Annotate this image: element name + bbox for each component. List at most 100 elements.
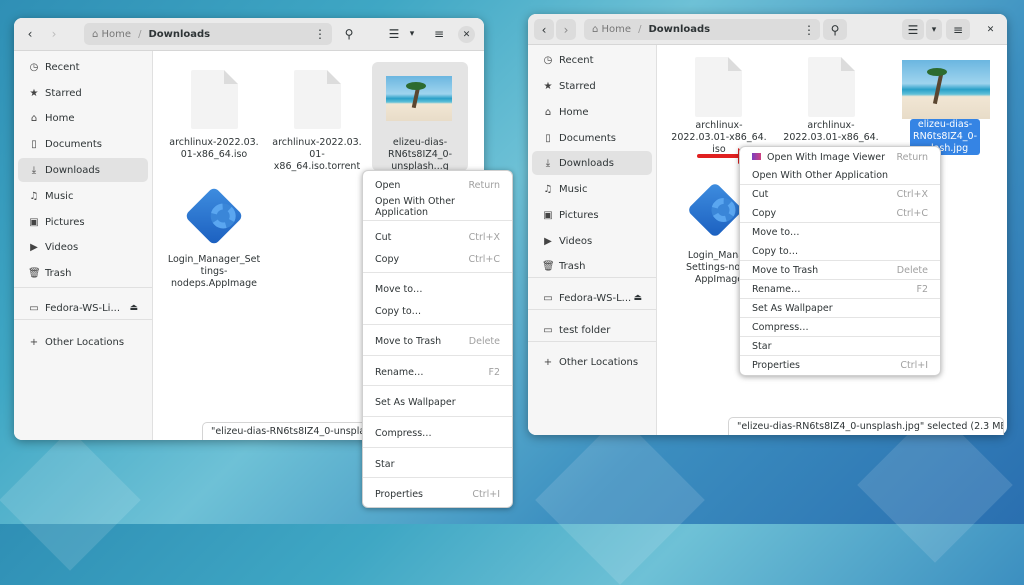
sidebar-item-fedora-ws-l[interactable]: ▭ Fedora-WS-L... ⏏ — [532, 286, 652, 310]
menu-item-label-wrap: Star — [375, 459, 394, 470]
menu-separator — [740, 355, 940, 356]
sidebar-item-label: Videos — [559, 235, 593, 247]
view-list-button[interactable]: ☰ — [384, 24, 404, 44]
search-button[interactable]: ⚲ — [823, 19, 847, 40]
sidebar-separator — [14, 287, 152, 288]
menu-separator — [740, 260, 940, 261]
sidebar-item-starred[interactable]: ★ Starred — [532, 74, 652, 98]
menu-item-label: Star — [752, 340, 772, 352]
forward-button[interactable]: › — [44, 24, 64, 44]
breadcrumb-home[interactable]: Home — [602, 24, 632, 35]
menu-separator — [363, 355, 512, 356]
sidebar-item-videos[interactable]: ▶ Videos — [18, 235, 148, 259]
path-menu-button[interactable]: ⋮ — [798, 19, 820, 40]
back-button[interactable]: ‹ — [534, 19, 554, 40]
menu-item-copy-to[interactable]: Copy to… — [740, 242, 940, 260]
menu-item-properties[interactable]: Properties Ctrl+I — [740, 356, 940, 374]
breadcrumb-current[interactable]: Downloads — [648, 24, 710, 35]
close-icon: ✕ — [462, 29, 471, 40]
search-button[interactable]: ⚲ — [338, 24, 360, 44]
menu-item-set-as-wallpaper[interactable]: Set As Wallpaper — [363, 392, 512, 412]
view-options-button[interactable]: ▾ — [926, 19, 942, 40]
menu-item-rename[interactable]: Rename… F2 — [363, 362, 512, 382]
sidebar-item-documents[interactable]: ▯ Documents — [532, 126, 652, 150]
menu-item-label: Open With Other Application — [752, 169, 889, 181]
menu-item-copy[interactable]: Copy Ctrl+C — [740, 204, 940, 222]
folder-icon: ▭ — [543, 324, 553, 336]
view-options-button[interactable]: ▾ — [404, 24, 420, 44]
sidebar-item-pictures[interactable]: ▣ Pictures — [532, 203, 652, 227]
forward-button[interactable]: › — [556, 19, 576, 40]
breadcrumb-home[interactable]: Home — [102, 29, 132, 40]
file-name-label: archlinux- 2022.03.01-x86_64. — [775, 120, 887, 144]
annotation-arrow — [697, 148, 750, 164]
file-name-line: 2022.03.01-x86_64. — [783, 132, 879, 143]
image-viewer-icon — [752, 152, 761, 160]
menu-item-open-with-image-viewer[interactable]: Open With Image Viewer Return — [740, 148, 940, 166]
sidebar-item-home[interactable]: ⌂ Home — [18, 106, 148, 130]
sidebar-item-trash[interactable]: 🗑 Trash — [532, 254, 652, 278]
sidebar-item-label: Videos — [45, 241, 79, 253]
sidebar-item-pictures[interactable]: ▣ Pictures — [18, 210, 148, 234]
sidebar-item-label: Downloads — [45, 164, 100, 176]
sidebar-item-other-locations[interactable]: + Other Locations — [18, 330, 148, 354]
breadcrumb[interactable]: ⌂ Home / Downloads — [584, 19, 820, 40]
close-button[interactable]: ✕ — [982, 21, 999, 38]
menu-item-cut[interactable]: Cut Ctrl+X — [363, 227, 512, 247]
file-name-line: archlinux-2022.03. — [272, 137, 362, 148]
menu-separator — [740, 336, 940, 337]
menu-item-accelerator: Ctrl+I — [472, 488, 500, 500]
menu-item-star[interactable]: Star — [363, 454, 512, 474]
menu-item-copy-to[interactable]: Copy to… — [363, 301, 512, 321]
back-button[interactable]: ‹ — [20, 24, 40, 44]
menu-item-properties[interactable]: Properties Ctrl+I — [363, 484, 512, 504]
appimage-icon — [686, 181, 744, 239]
menu-item-compress[interactable]: Compress… — [363, 423, 512, 443]
sidebar-item-label: Recent — [45, 61, 80, 73]
file-name-line: nodeps.AppImage — [170, 278, 258, 289]
menu-item-star[interactable]: Star — [740, 337, 940, 355]
main-menu-button[interactable]: ≡ — [428, 24, 450, 44]
sidebar-item-label: Home — [559, 106, 589, 118]
menu-item-move-to-trash[interactable]: Move to Trash Delete — [740, 261, 940, 279]
sidebar-item-videos[interactable]: ▶ Videos — [532, 229, 652, 253]
menu-item-rename[interactable]: Rename… F2 — [740, 280, 940, 298]
sidebar-item-starred[interactable]: ★ Starred — [18, 81, 148, 105]
main-menu-button[interactable]: ≡ — [946, 19, 970, 40]
path-menu-button[interactable]: ⋮ — [310, 24, 330, 44]
sidebar-item-label: Starred — [559, 80, 596, 92]
sidebar-item-documents[interactable]: ▯ Documents — [18, 132, 148, 156]
menu-item-label-wrap: Cut — [375, 232, 391, 243]
sidebar-item-music[interactable]: ♫ Music — [18, 184, 148, 208]
sidebar-item-home[interactable]: ⌂ Home — [532, 100, 652, 124]
close-button[interactable]: ✕ — [458, 26, 475, 43]
menu-item-open[interactable]: Open Return — [363, 175, 512, 195]
file-name-line: RN6ts8IZ4_0- — [387, 149, 453, 160]
menu-item-open-with-other-application[interactable]: Open With Other Application — [363, 196, 512, 218]
menu-item-move-to[interactable]: Move to… — [740, 223, 940, 241]
breadcrumb-current[interactable]: Downloads — [148, 29, 210, 40]
menu-item-move-to[interactable]: Move to… — [363, 279, 512, 299]
menu-item-cut[interactable]: Cut Ctrl+X — [740, 185, 940, 203]
sidebar-item-recent[interactable]: ◷ Recent — [532, 48, 652, 72]
sidebar-item-downloads[interactable]: ⤓ Downloads — [18, 158, 148, 182]
menu-item-compress[interactable]: Compress… — [740, 318, 940, 336]
menu-item-move-to-trash[interactable]: Move to Trash Delete — [363, 331, 512, 351]
sidebar-item-test-folder[interactable]: ▭ test folder — [532, 318, 652, 342]
sidebar-item-downloads[interactable]: ⤓ Downloads — [532, 151, 652, 175]
sidebar-item-trash[interactable]: 🗑 Trash — [18, 261, 148, 285]
sidebar-item-fedora-ws-li[interactable]: ▭ Fedora-WS-Li... ⏏ — [18, 296, 148, 320]
sidebar-item-music[interactable]: ♫ Music — [532, 177, 652, 201]
eject-icon[interactable]: ⏏ — [129, 303, 138, 313]
sidebar-item-other-locations[interactable]: + Other Locations — [532, 350, 652, 374]
sidebar: ◷ Recent ★ Starred ⌂ Home ▯ Documents ⤓ Downloads… — [14, 51, 153, 440]
menu-item-accelerator: Ctrl+X — [468, 231, 500, 243]
breadcrumb[interactable]: ⌂ Home / Downloads — [84, 23, 332, 45]
eject-icon[interactable]: ⏏ — [633, 293, 642, 303]
menu-item-open-with-other-application[interactable]: Open With Other Application — [740, 166, 940, 184]
document-icon: ▯ — [545, 132, 551, 144]
view-list-button[interactable]: ☰ — [902, 19, 924, 40]
menu-item-set-as-wallpaper[interactable]: Set As Wallpaper — [740, 299, 940, 317]
sidebar-item-recent[interactable]: ◷ Recent — [18, 55, 148, 79]
menu-item-copy[interactable]: Copy Ctrl+C — [363, 249, 512, 269]
